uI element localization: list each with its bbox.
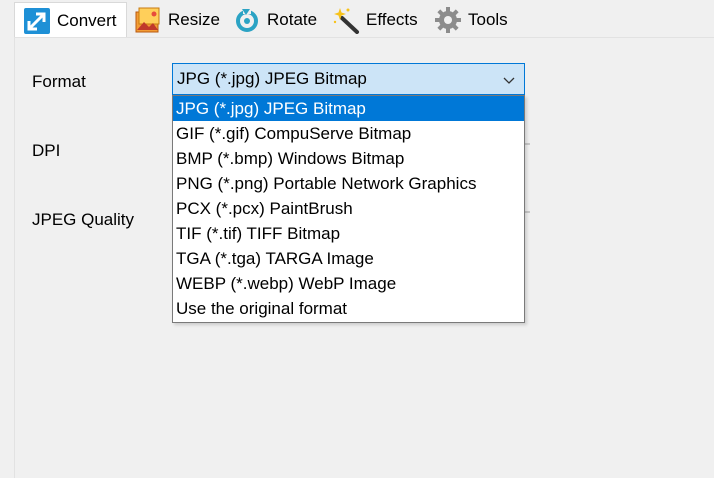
format-option-gif[interactable]: GIF (*.gif) CompuServe Bitmap xyxy=(173,121,524,146)
format-option-tga[interactable]: TGA (*.tga) TARGA Image xyxy=(173,246,524,271)
format-select[interactable]: JPG (*.jpg) JPEG Bitmap xyxy=(172,63,525,95)
rotate-icon xyxy=(233,6,261,34)
format-option-jpg[interactable]: JPG (*.jpg) JPEG Bitmap xyxy=(173,96,524,121)
tab-effects[interactable]: Effects xyxy=(330,3,430,37)
tab-label: Convert xyxy=(57,10,117,30)
format-dropdown-list: JPG (*.jpg) JPEG Bitmap GIF (*.gif) Comp… xyxy=(172,95,525,323)
format-option-bmp[interactable]: BMP (*.bmp) Windows Bitmap xyxy=(173,146,524,171)
tab-label: Effects xyxy=(366,10,418,29)
tab-label: Resize xyxy=(168,10,220,29)
tab-label: Rotate xyxy=(267,10,318,29)
resize-image-icon xyxy=(134,6,162,34)
gear-icon xyxy=(434,6,462,34)
jpeg-quality-label: JPEG Quality xyxy=(32,210,135,229)
format-option-pcx[interactable]: PCX (*.pcx) PaintBrush xyxy=(173,196,524,221)
tab-label: Tools xyxy=(468,10,508,29)
chevron-down-icon[interactable] xyxy=(502,72,516,86)
format-option-png[interactable]: PNG (*.png) Portable Network Graphics xyxy=(173,171,524,196)
magic-wand-icon xyxy=(332,6,360,34)
format-option-webp[interactable]: WEBP (*.webp) WebP Image xyxy=(173,271,524,296)
tab-tools[interactable]: Tools xyxy=(432,3,522,37)
format-label: Format xyxy=(32,72,86,91)
tab-rotate[interactable]: Rotate xyxy=(231,3,327,37)
tab-resize[interactable]: Resize xyxy=(131,3,223,37)
format-option-original[interactable]: Use the original format xyxy=(173,296,524,321)
tab-convert[interactable]: Convert xyxy=(14,2,127,38)
format-option-tif[interactable]: TIF (*.tif) TIFF Bitmap xyxy=(173,221,524,246)
dpi-label: DPI xyxy=(32,141,61,160)
format-select-value: JPG (*.jpg) JPEG Bitmap xyxy=(177,69,367,88)
tab-strip: Convert Resize Rotate Effects Tools xyxy=(0,0,714,38)
convert-arrows-icon xyxy=(23,7,51,35)
